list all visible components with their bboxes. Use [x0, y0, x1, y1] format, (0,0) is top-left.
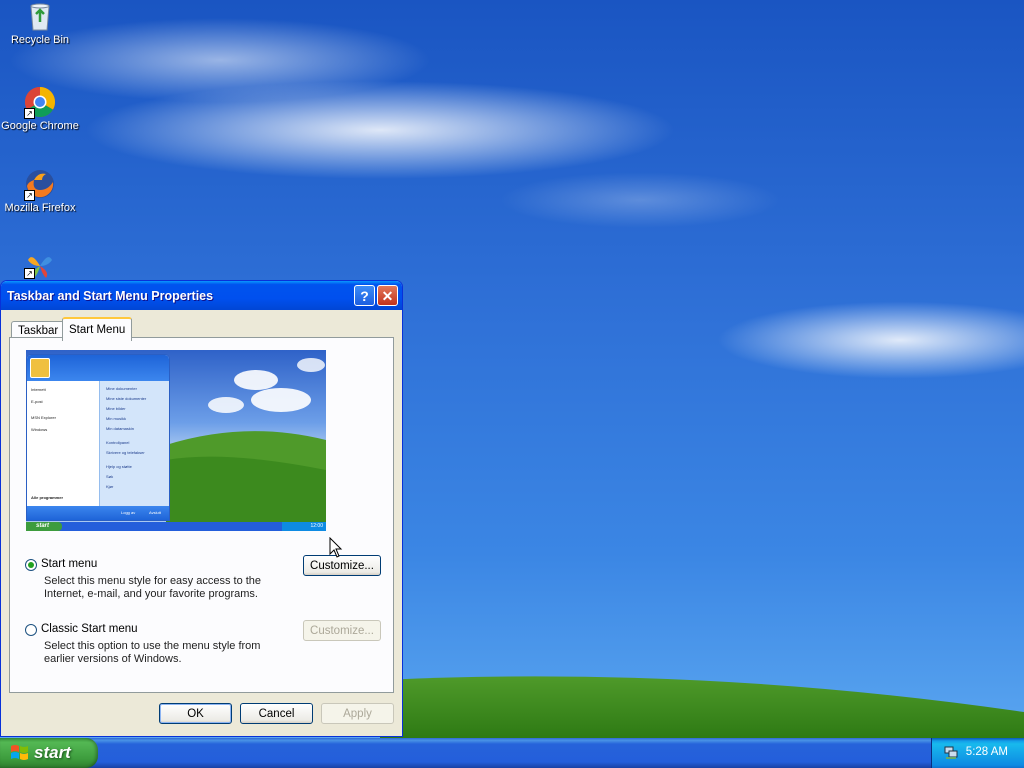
- preview-clock: 12:00: [282, 522, 326, 531]
- help-button[interactable]: ?: [354, 285, 375, 306]
- start-menu-tab-panel: Internett E-post MSN Explorer Windows Al…: [9, 337, 394, 693]
- preview-left-item: Internett: [31, 387, 46, 392]
- mozilla-firefox-label: Mozilla Firefox: [4, 202, 76, 214]
- network-tray-icon[interactable]: [944, 745, 958, 759]
- recycle-bin-icon[interactable]: Recycle Bin: [0, 0, 80, 46]
- preview-right-item: Mine siste dokumenter: [106, 396, 147, 401]
- preview-right-item: Kjør: [106, 484, 114, 489]
- taskbar: start 5:28 AM: [0, 738, 1024, 768]
- start-menu-radio[interactable]: [25, 559, 37, 571]
- close-button[interactable]: ✕: [377, 285, 398, 306]
- msn-shortcut-icon[interactable]: ↗: [0, 250, 80, 284]
- preview-right-item: Mine dokumenter: [106, 386, 137, 391]
- taskbar-start-menu-properties-dialog: Taskbar and Start Menu Properties ? ✕ Ta…: [0, 280, 403, 737]
- preview-taskbar: start 12:00: [26, 522, 326, 531]
- google-chrome-icon[interactable]: ↗ Google Chrome: [0, 86, 80, 132]
- start-menu-preview: Internett E-post MSN Explorer Windows Al…: [26, 350, 326, 531]
- tab-start-menu[interactable]: Start Menu: [62, 317, 133, 341]
- preview-all-programs: Alle programmer: [31, 495, 64, 500]
- preview-right-item: Skrivere og telefakser: [106, 450, 145, 455]
- preview-left-item: E-post: [31, 399, 43, 404]
- preview-right-item: Min datamaskin: [106, 426, 135, 431]
- shortcut-arrow-icon: ↗: [24, 190, 35, 201]
- preview-menu-header: [27, 355, 169, 381]
- preview-left-item: Windows: [31, 427, 48, 432]
- shortcut-arrow-icon: ↗: [24, 268, 35, 279]
- preview-right-item: Søk: [106, 474, 114, 479]
- preview-logoff: Logg av: [121, 510, 136, 515]
- classic-start-menu-option-label[interactable]: Classic Start menu: [41, 623, 138, 635]
- preview-start-button: start: [26, 522, 62, 531]
- preview-shutdown: Avslutt: [149, 510, 161, 515]
- start-menu-option-description: Select this menu style for easy access t…: [44, 575, 262, 600]
- shortcut-arrow-icon: ↗: [24, 108, 35, 119]
- dialog-title: Taskbar and Start Menu Properties: [7, 288, 214, 303]
- preview-right-item: Hjelp og støtte: [106, 464, 132, 469]
- classic-start-menu-radio[interactable]: [25, 624, 37, 636]
- preview-start-menu: Internett E-post MSN Explorer Windows Al…: [26, 354, 170, 521]
- mozilla-firefox-icon[interactable]: ↗ Mozilla Firefox: [0, 168, 80, 214]
- google-chrome-label: Google Chrome: [1, 120, 79, 132]
- system-tray: 5:28 AM: [931, 738, 1024, 768]
- recycle-bin-glyph-icon: [30, 3, 50, 31]
- apply-button: Apply: [321, 703, 394, 724]
- preview-right-item: Kontrollpanel: [106, 440, 130, 445]
- tray-clock[interactable]: 5:28 AM: [966, 746, 1008, 758]
- classic-start-menu-option-description: Select this option to use the menu style…: [44, 640, 261, 665]
- start-label: start: [34, 743, 71, 762]
- mouse-cursor-icon: [329, 537, 343, 558]
- customize-classic-menu-button: Customize...: [303, 620, 381, 641]
- preview-left-item: MSN Explorer: [31, 415, 56, 420]
- windows-logo-icon: [11, 745, 28, 760]
- dialog-titlebar[interactable]: Taskbar and Start Menu Properties ? ✕: [1, 281, 402, 310]
- start-button[interactable]: start: [0, 738, 98, 768]
- preview-user-picture: [30, 358, 50, 378]
- cancel-button[interactable]: Cancel: [240, 703, 313, 724]
- preview-right-item: Min musikk: [106, 416, 127, 421]
- ok-button[interactable]: OK: [159, 703, 232, 724]
- start-menu-option-label[interactable]: Start menu: [41, 558, 97, 570]
- recycle-bin-label: Recycle Bin: [10, 34, 70, 46]
- preview-right-item: Mine bilder: [106, 406, 126, 411]
